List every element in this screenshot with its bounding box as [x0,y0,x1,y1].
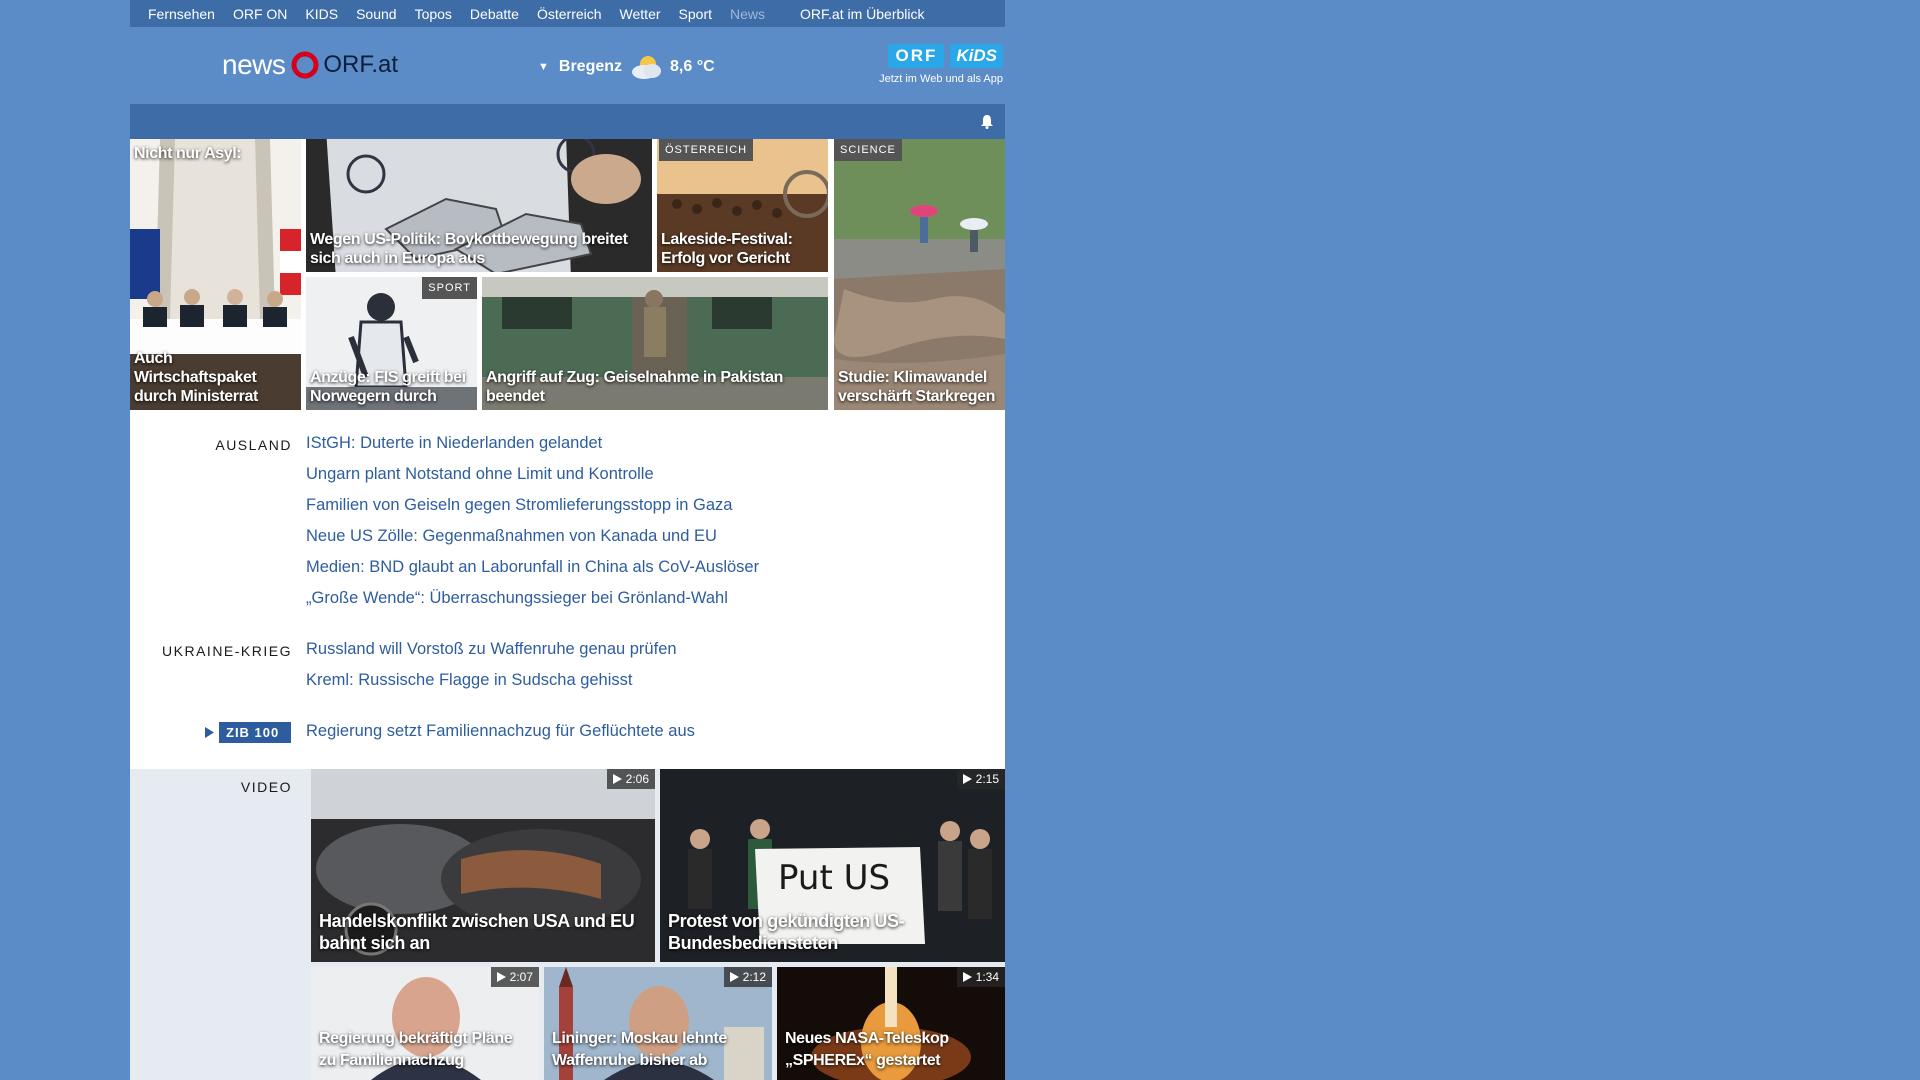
duration-text: 2:12 [742,970,766,984]
orf-kids-promo[interactable]: ORF KiDS Jetzt im Web und als App [863,44,1003,85]
video-tile[interactable]: 1:34 Neues NASA-Teleskop „SPHEREx“ gesta… [777,967,1005,1080]
orf-ring-icon [291,51,319,79]
video-duration: 2:06 [606,769,655,789]
logo-orf-text: ORF.at [323,51,399,78]
weather-city: Bregenz [558,58,623,75]
duration-text: 2:15 [975,772,999,786]
tile-top-caption: Nicht nur Asyl: [134,145,242,162]
top-stories-grid: Nicht nur Asyl: Auch Wirtschaftspaket du… [130,139,1005,410]
partly-cloudy-icon [632,56,662,79]
kids-badge: KiDS [950,44,1003,68]
tile-caption: Studie: Klimawandel verschärft Starkrege… [838,369,996,405]
nav-item-sport[interactable]: Sport [679,6,712,22]
story-tile[interactable]: SCIENCE Studie: Klimawandel verschärft S… [834,139,1005,410]
story-tile[interactable]: Nicht nur Asyl: Auch Wirtschaftspaket du… [130,139,301,410]
tile-category-tag: SCIENCE [834,139,902,161]
video-tile[interactable]: Put US 2:15 Protest von gekündigten US-B… [660,769,1005,962]
video-caption: Neues NASA-Teleskop „SPHEREx“ gestartet [785,1030,949,1069]
toolbar [130,104,1005,139]
headline-sections: AUSLAND IStGH: Duterte in Niederlanden g… [130,410,1005,769]
tile-category-tag: SPORT [422,277,477,299]
headline-link[interactable]: Russland will Vorstoß zu Waffenruhe gena… [306,640,677,659]
play-icon [200,722,219,743]
orf-badge: ORF [888,44,945,68]
dropdown-triangle-icon: ▼ [538,61,549,73]
video-duration: 2:15 [956,769,1005,789]
news-orf-logo[interactable]: news ORF.at [222,47,398,83]
headline-link[interactable]: Neue US Zölle: Gegenmaßnahmen von Kanada… [306,527,717,546]
story-tile[interactable]: Angriff auf Zug: Geiselnahme in Pakistan… [482,277,828,410]
nav-item-orf-on[interactable]: ORF ON [233,6,287,22]
tile-category-tag: ÖSTERREICH [659,139,754,161]
story-tile[interactable]: ÖSTERREICH Lakeside-Festival: Erfolg vor… [657,139,828,272]
tile-caption: Angriff auf Zug: Geiselnahme in Pakistan… [486,369,783,405]
video-tile[interactable]: 2:07 Regierung bekräftigt Pläne zu Famil… [311,967,539,1080]
headline-link[interactable]: „Große Wende“: Überraschungssieger bei G… [306,589,728,608]
header: news ORF.at ▼ Bregenz 8,6 °C ORF KiDS Je… [130,27,1005,104]
nav-item-debatte[interactable]: Debatte [470,6,519,22]
tile-caption: Auch Wirtschaftspaket durch Ministerrat [134,350,258,405]
nav-item-news[interactable]: News [730,6,765,22]
nav-item-wetter[interactable]: Wetter [620,6,661,22]
headline-link[interactable]: Familien von Geiseln gegen Stromlieferun… [306,496,732,515]
nav-item-fernsehen[interactable]: Fernsehen [148,6,215,22]
section-label-ausland: AUSLAND [215,437,292,453]
headline-link[interactable]: Regierung setzt Familiennachzug für Gefl… [306,722,695,741]
headline-link[interactable]: IStGH: Duterte in Niederlanden gelandet [306,434,602,453]
duration-text: 2:07 [509,970,533,984]
video-tile[interactable]: 2:06 Handelskonflikt zwischen USA und EU… [311,769,655,962]
headline-link[interactable]: Medien: BND glaubt an Laborunfall in Chi… [306,558,759,577]
duration-text: 1:34 [975,970,999,984]
weather-temperature: 8,6 °C [670,58,715,75]
logo-news-text: news [222,49,286,80]
play-icon [496,972,506,982]
nav-item-overview[interactable]: ORF.at im Überblick [800,6,924,22]
weather-widget[interactable]: ▼ Bregenz 8,6 °C [538,53,715,81]
zib100-badge[interactable]: ZIB 100 [200,722,291,743]
video-duration: 2:12 [723,967,772,987]
video-tile[interactable]: 2:12 Lininger: Moskau lehnte Waffenruhe … [544,967,772,1080]
nav-item-oesterreich[interactable]: Österreich [537,6,602,22]
play-icon [729,972,739,982]
nav-item-topos[interactable]: Topos [415,6,452,22]
video-duration: 2:07 [490,967,539,987]
video-section: VIDEO 2:06 Handelskonflikt zwischen USA … [130,769,1005,1080]
nav-item-sound[interactable]: Sound [356,6,396,22]
headline-link[interactable]: Kreml: Russische Flagge in Sudscha gehis… [306,671,633,690]
section-label-video: VIDEO [240,779,292,795]
video-duration: 1:34 [956,967,1005,987]
svg-text:Put US: Put US [778,858,890,898]
video-caption: Handelskonflikt zwischen USA und EU bahn… [319,911,635,953]
headline-link[interactable]: Ungarn plant Notstand ohne Limit und Kon… [306,465,654,484]
play-icon [962,774,972,784]
video-caption: Lininger: Moskau lehnte Waffenruhe bishe… [552,1030,727,1069]
kids-promo-subtitle: Jetzt im Web und als App [879,73,1003,85]
tile-caption: Lakeside-Festival: Erfolg vor Gericht [661,231,793,267]
zib100-label: ZIB 100 [226,725,280,740]
tile-caption: Wegen US-Politik: Boykottbewegung breite… [310,231,628,267]
play-icon [612,774,622,784]
section-label-ukraine-krieg: UKRAINE-KRIEG [162,643,292,659]
nav-item-kids[interactable]: KIDS [305,6,338,22]
duration-text: 2:06 [625,772,649,786]
page: Fernsehen ORF ON KIDS Sound Topos Debatt… [130,0,1005,1080]
play-icon [962,972,972,982]
story-tile[interactable]: SPORT Anzüge: FIS greift bei Norwegern d… [306,277,477,410]
video-caption: Regierung bekräftigt Pläne zu Familienna… [319,1030,513,1069]
bell-icon[interactable] [980,114,994,129]
story-tile[interactable]: Wegen US-Politik: Boykottbewegung breite… [306,139,652,272]
top-navigation: Fernsehen ORF ON KIDS Sound Topos Debatt… [130,0,1005,27]
video-caption: Protest von gekündigten US-Bundesbediens… [668,911,905,953]
tile-caption: Anzüge: FIS greift bei Norwegern durch [310,369,466,405]
